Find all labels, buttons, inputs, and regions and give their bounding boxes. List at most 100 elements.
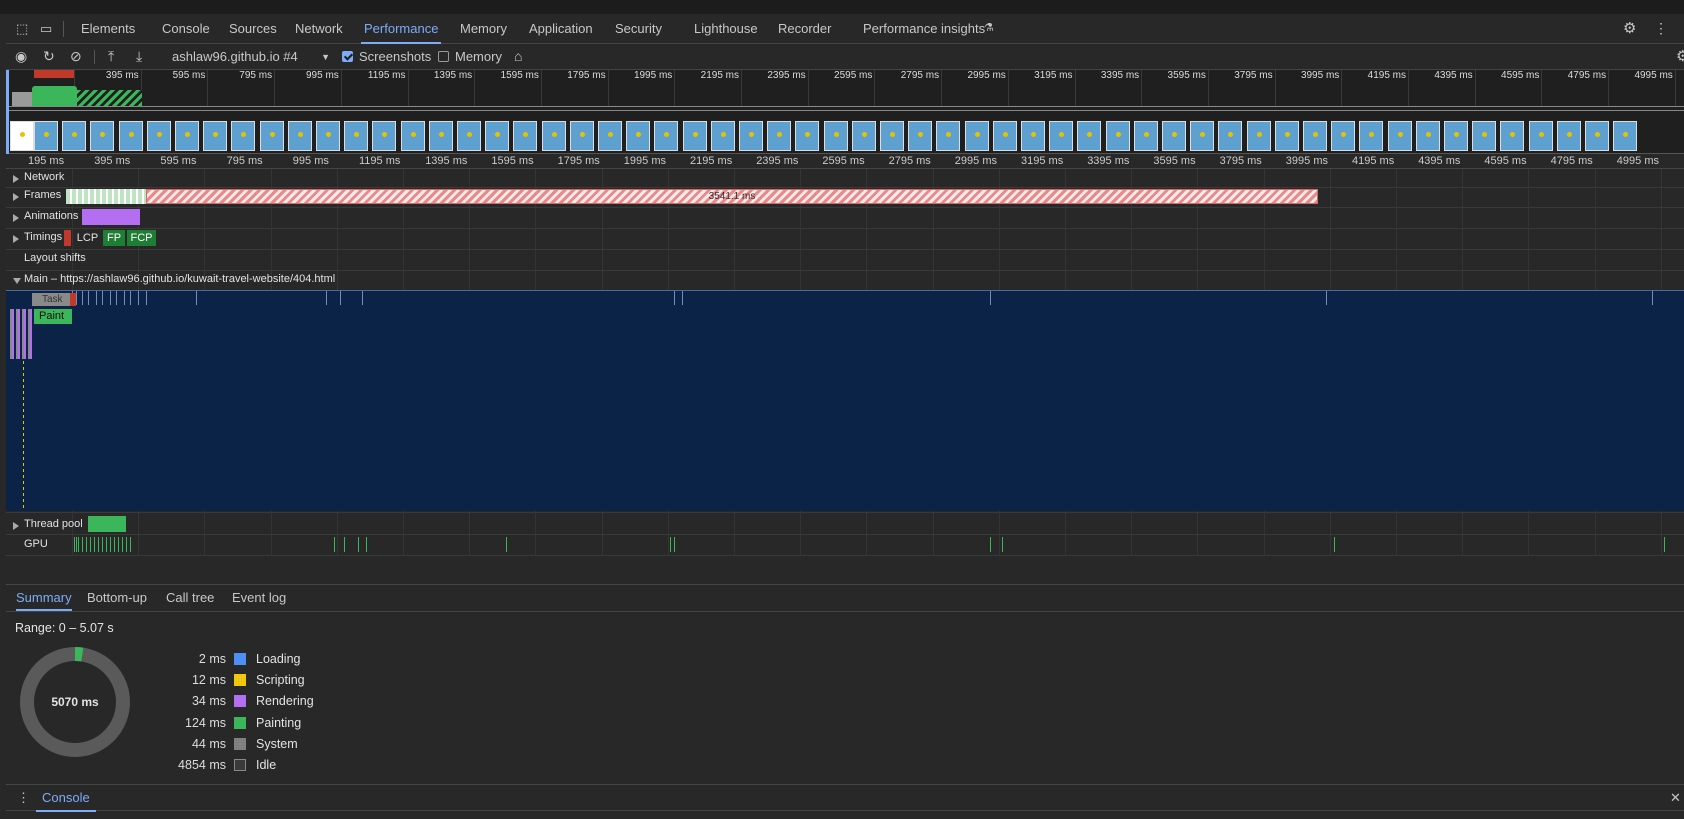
screenshot-thumb[interactable] [682, 121, 707, 151]
screenshot-thumb[interactable] [1162, 121, 1186, 151]
frames-early-bar[interactable] [66, 189, 146, 204]
screenshot-thumb[interactable] [231, 121, 256, 151]
tab-application[interactable]: Application [529, 14, 593, 44]
tab-lighthouse[interactable]: Lighthouse [694, 14, 758, 44]
fp-marker[interactable]: FP [103, 230, 125, 246]
screenshot-thumb[interactable] [34, 121, 58, 151]
screenshot-thumb[interactable] [1303, 121, 1327, 151]
screenshot-thumb[interactable] [457, 121, 481, 151]
screenshot-thumb[interactable] [485, 121, 510, 151]
screenshot-thumb[interactable] [118, 121, 143, 151]
tab-recorder[interactable]: Recorder [778, 14, 831, 44]
tab-memory[interactable]: Memory [460, 14, 507, 44]
expand-thread-pool-icon[interactable] [13, 522, 19, 530]
screenshot-thumb[interactable] [1472, 121, 1497, 151]
screenshot-thumb[interactable] [823, 121, 848, 151]
screenshot-thumb[interactable] [767, 121, 792, 151]
task-block[interactable]: Task [32, 293, 76, 306]
screenshot-thumb[interactable] [1415, 121, 1440, 151]
screenshot-thumb[interactable] [372, 121, 397, 151]
screenshot-thumb[interactable] [1274, 121, 1299, 151]
screenshot-thumb[interactable] [400, 121, 425, 151]
screenshot-thumb[interactable] [964, 121, 989, 151]
screenshot-thumb[interactable] [1077, 121, 1102, 151]
screenshot-thumb[interactable] [90, 121, 115, 151]
drawer-menu-icon[interactable]: ⋮ [17, 791, 30, 804]
screenshot-thumb[interactable] [344, 121, 369, 151]
screenshot-thumb[interactable] [259, 121, 284, 151]
close-drawer-icon[interactable]: ✕ [1670, 791, 1681, 804]
screenshot-thumb[interactable] [795, 121, 820, 151]
screenshot-thumb[interactable] [316, 121, 340, 151]
screenshot-thumb[interactable] [541, 121, 566, 151]
screenshot-thumb[interactable] [569, 121, 594, 151]
track-layout-shifts-label[interactable]: Layout shifts [24, 252, 86, 264]
animation-bar[interactable] [82, 209, 140, 225]
collapse-main-icon[interactable] [13, 278, 21, 284]
track-main-label[interactable]: Main – https://ashlaw96.github.io/kuwait… [24, 273, 335, 285]
dcl-marker[interactable] [64, 230, 71, 246]
screenshot-thumb[interactable] [880, 121, 904, 151]
expand-network-icon[interactable] [13, 175, 19, 183]
screenshot-thumb[interactable] [626, 121, 651, 151]
inspect-element-icon[interactable]: ⬚ [16, 22, 28, 35]
tab-event-log[interactable]: Event log [232, 585, 286, 611]
screenshot-thumb[interactable] [1021, 121, 1045, 151]
reload-record-icon[interactable]: ↻ [43, 49, 55, 63]
garbage-collect-icon[interactable]: ⌂ [514, 49, 522, 63]
track-animations-label[interactable]: Animations [24, 210, 78, 222]
screenshot-thumb[interactable] [851, 121, 876, 151]
tab-call-tree[interactable]: Call tree [166, 585, 214, 611]
more-options-icon[interactable]: ⋮ [1654, 21, 1668, 35]
thread-pool-bar[interactable] [88, 516, 126, 532]
drawer-tab-console[interactable]: Console [36, 785, 96, 812]
track-network-label[interactable]: Network [24, 171, 64, 183]
tab-console[interactable]: Console [162, 14, 210, 44]
download-profile-icon[interactable]: ⤓ [136, 49, 142, 63]
screenshot-thumb[interactable] [654, 121, 679, 151]
capture-settings-gear-icon[interactable]: ⚙ [1676, 49, 1684, 64]
overview-range-handle[interactable] [6, 70, 9, 154]
tab-bottom-up[interactable]: Bottom-up [87, 585, 147, 611]
screenshot-thumb[interactable] [62, 121, 87, 151]
timeline-overview[interactable]: 195 ms395 ms595 ms795 ms995 ms1195 ms139… [6, 70, 1684, 154]
track-timings-label[interactable]: Timings [24, 231, 62, 243]
screenshot-thumb[interactable] [992, 121, 1017, 151]
screenshot-thumb[interactable] [1585, 121, 1609, 151]
screenshots-checkbox[interactable] [342, 51, 353, 62]
screenshot-thumb[interactable] [710, 121, 735, 151]
screenshot-thumb[interactable] [1359, 121, 1384, 151]
settings-gear-icon[interactable]: ⚙ [1623, 21, 1636, 36]
screenshot-thumb[interactable] [1049, 121, 1074, 151]
tab-summary[interactable]: Summary [16, 585, 72, 611]
screenshot-thumb[interactable] [1556, 121, 1581, 151]
tracks-panel[interactable]: Network Frames 3541.1 ms Animations Timi… [6, 169, 1684, 584]
screenshot-thumb[interactable] [1613, 121, 1638, 151]
tab-performance-insights[interactable]: Performance insights [863, 14, 985, 44]
tab-network[interactable]: Network [295, 14, 343, 44]
track-frames-label[interactable]: Frames [24, 189, 61, 201]
device-toolbar-icon[interactable]: ▭ [40, 22, 52, 35]
screenshot-thumb[interactable] [1331, 121, 1356, 151]
record-icon[interactable]: ◉ [15, 49, 27, 63]
screenshot-thumb[interactable] [146, 121, 171, 151]
screenshot-thumb[interactable] [10, 121, 34, 151]
tab-performance[interactable]: Performance [361, 14, 442, 44]
expand-animations-icon[interactable] [13, 214, 19, 222]
screenshot-thumb[interactable] [1105, 121, 1130, 151]
screenshots-toggle[interactable]: Screenshots [342, 44, 431, 70]
track-gpu-label[interactable]: GPU [24, 538, 48, 550]
tab-security[interactable]: Security [615, 14, 662, 44]
screenshot-thumb[interactable] [1133, 121, 1158, 151]
tab-sources[interactable]: Sources [229, 14, 277, 44]
screenshot-thumb[interactable] [1528, 121, 1553, 151]
paint-block[interactable]: Paint [34, 309, 72, 324]
memory-checkbox[interactable] [438, 51, 449, 62]
screenshot-thumb[interactable] [287, 121, 312, 151]
screenshot-thumb[interactable] [908, 121, 933, 151]
screenshot-thumb[interactable] [598, 121, 622, 151]
track-thread-pool-label[interactable]: Thread pool [24, 518, 83, 530]
screenshot-thumb[interactable] [739, 121, 763, 151]
memory-toggle[interactable]: Memory [438, 44, 502, 70]
expand-timings-icon[interactable] [13, 235, 19, 243]
